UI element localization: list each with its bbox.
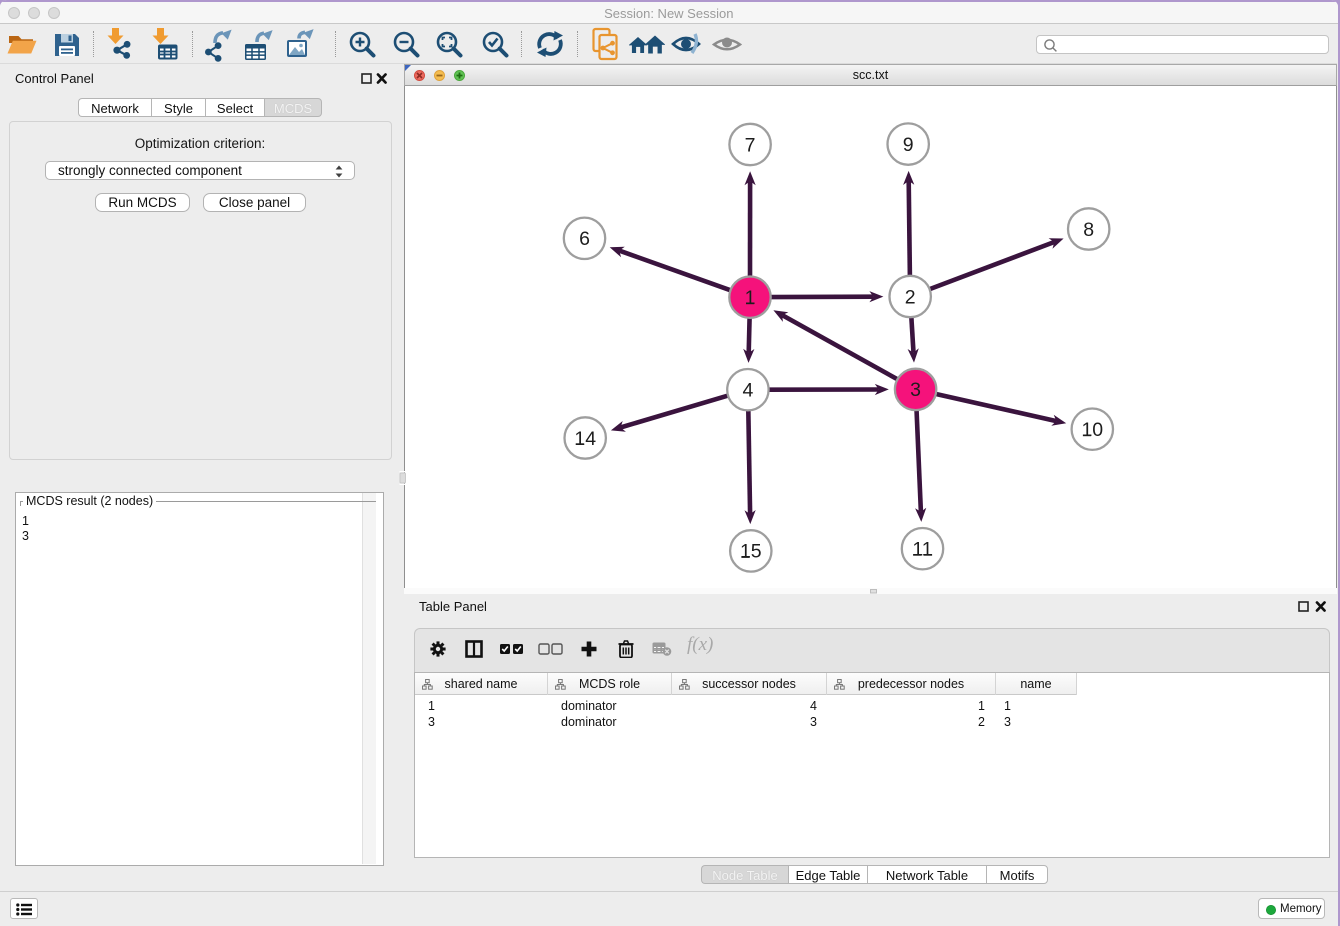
svg-text:11: 11 — [912, 539, 932, 561]
svg-text:7: 7 — [745, 134, 756, 156]
svg-text:10: 10 — [1081, 419, 1103, 441]
svg-text:1: 1 — [745, 287, 756, 309]
svg-text:3: 3 — [910, 379, 921, 401]
svg-text:9: 9 — [903, 134, 914, 156]
svg-text:6: 6 — [579, 228, 590, 250]
svg-text:15: 15 — [740, 541, 762, 563]
svg-text:4: 4 — [742, 380, 753, 402]
svg-text:8: 8 — [1083, 219, 1094, 241]
svg-text:14: 14 — [574, 428, 596, 450]
svg-text:2: 2 — [905, 286, 916, 308]
